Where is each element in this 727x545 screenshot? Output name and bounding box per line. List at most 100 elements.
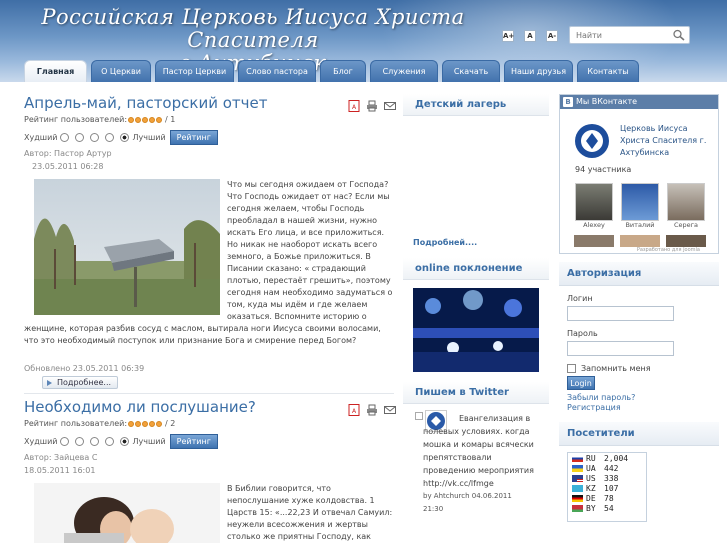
login-button[interactable]: Login: [567, 376, 595, 390]
article-author: Автор: Пастор Артур: [24, 149, 112, 158]
vote-radio-5[interactable]: [120, 132, 130, 142]
tab-download[interactable]: Скачать: [442, 60, 500, 82]
rating-stars: [128, 116, 163, 123]
article-updated: Обновлено 23.05.2011 06:39: [24, 364, 145, 373]
counter-value: 107: [604, 483, 619, 493]
counter-code: KZ: [586, 483, 596, 493]
tab-home[interactable]: Главная: [24, 60, 87, 82]
main-nav: Главная О Церкви Пастор Церкви Слово пас…: [24, 60, 643, 82]
counter-value: 54: [604, 503, 614, 513]
flag-kz-icon: [572, 484, 583, 492]
article-text: В Библии говорится, что непослушание хуж…: [227, 484, 393, 541]
main-column: A Апрель-май, пасторский отчет Рейтинг п…: [24, 94, 396, 543]
vk-member[interactable]: Alexey: [574, 183, 614, 229]
font-size-controls: A+ A A-: [502, 30, 558, 42]
vote-radio-4[interactable]: [105, 132, 115, 142]
site-header: Российская Церковь Иисуса Христа Спасите…: [0, 0, 727, 82]
twitter-title: Пишем в Twitter: [403, 382, 549, 404]
article-image-memorial: [34, 179, 220, 315]
pdf-icon[interactable]: A: [348, 404, 360, 416]
article-tools: A: [348, 404, 396, 416]
email-icon[interactable]: [384, 404, 396, 416]
login-input[interactable]: [567, 306, 674, 321]
vote-radio-1[interactable]: [60, 132, 70, 142]
tweet-text: Евангелизация в полевых условиях. когда …: [423, 414, 534, 488]
article-separator: [24, 393, 394, 394]
flag-ru-icon: [572, 454, 583, 462]
tab-contacts[interactable]: Контакты: [577, 60, 639, 82]
auth-title: Авторизация: [559, 262, 719, 286]
pdf-icon[interactable]: A: [348, 100, 360, 112]
vote-best-label: Лучший: [132, 436, 166, 446]
remember-me: Запомнить меня: [567, 364, 719, 373]
rating-line: Рейтинг пользователей: / 2: [24, 418, 394, 429]
remember-checkbox[interactable]: [567, 364, 576, 373]
counter-value: 78: [604, 493, 614, 503]
forgot-password-link[interactable]: Забыли пароль?: [567, 393, 719, 402]
vote-radio-2[interactable]: [75, 132, 85, 142]
font-reset-button[interactable]: A: [524, 30, 536, 42]
vk-member-photo[interactable]: [620, 235, 660, 247]
rating-line: Рейтинг пользователей: / 1: [24, 114, 394, 125]
read-more-button[interactable]: Подробнее...: [42, 376, 119, 389]
counter-code: UA: [586, 463, 596, 473]
search-input[interactable]: [570, 27, 668, 43]
vote-radio-3[interactable]: [90, 132, 100, 142]
middle-column: Детский лагерь Подробней.... online покл…: [403, 94, 549, 532]
article-tools: A: [348, 100, 396, 112]
tab-ministries[interactable]: Служения: [370, 60, 438, 82]
vk-group-logo[interactable]: [574, 123, 610, 159]
search-icon[interactable]: [672, 29, 686, 41]
vote-worst-label: Худший: [24, 436, 58, 446]
vote-radio-5[interactable]: [120, 436, 130, 446]
vote-radio-4[interactable]: [105, 436, 115, 446]
counter-row: BY 54: [568, 503, 646, 513]
counter-row: DE 78: [568, 493, 646, 503]
password-label: Пароль: [567, 329, 598, 338]
vk-footer: Разработано для Joomla: [636, 247, 700, 253]
vote-radio-3[interactable]: [90, 436, 100, 446]
vk-member-photo[interactable]: [574, 235, 614, 247]
rating-stars: [128, 420, 163, 427]
worship-module: online поклонение: [403, 258, 549, 376]
worship-image[interactable]: [413, 288, 539, 372]
tab-friends[interactable]: Наши друзья: [504, 60, 573, 82]
font-decrease-button[interactable]: A-: [546, 30, 558, 42]
article: A Апрель-май, пасторский отчет Рейтинг п…: [24, 94, 396, 394]
password-input[interactable]: [567, 341, 674, 356]
tab-pastor[interactable]: Пастор Церкви: [155, 60, 234, 82]
tweet-meta: by Ahtchurch 04.06.2011 21:30: [423, 492, 512, 513]
print-icon[interactable]: [366, 404, 378, 416]
login-form: Логин Пароль Запомнить меня Login Забыли…: [559, 294, 719, 412]
vk-member[interactable]: Серега: [666, 183, 706, 229]
tweet-bullet: [415, 412, 423, 420]
article-title[interactable]: Необходимо ли послушание?: [24, 398, 394, 416]
tab-about-church[interactable]: О Церкви: [91, 60, 151, 82]
font-increase-button[interactable]: A+: [502, 30, 514, 42]
register-link[interactable]: Регистрация: [567, 403, 719, 412]
counter-code: US: [586, 473, 596, 483]
tab-blog[interactable]: Блог: [320, 60, 366, 82]
vk-group-name[interactable]: Церковь Иисуса Христа Спасителя г. Ахтуб…: [620, 123, 712, 159]
vote-radio-1[interactable]: [60, 436, 70, 446]
vk-member-photo[interactable]: [666, 235, 706, 247]
rating-label: Рейтинг пользователей:: [24, 115, 128, 124]
tab-pastor-word[interactable]: Слово пастора: [238, 60, 316, 82]
worship-title: online поклонение: [403, 258, 549, 280]
camp-more-link[interactable]: Подробней....: [413, 238, 477, 247]
vk-widget: B Мы ВКонтакте Церковь Иисуса Христа Спа…: [559, 94, 719, 254]
visitor-counter[interactable]: RU 2,004 UA 442 US 338 KZ 107 DE 78 BY 5…: [567, 452, 647, 522]
article-title[interactable]: Апрель-май, пасторский отчет: [24, 94, 394, 112]
vote-button[interactable]: Рейтинг: [169, 433, 218, 449]
rating-count: / 2: [165, 419, 176, 428]
vote-radio-2[interactable]: [75, 436, 85, 446]
vk-member[interactable]: Виталий: [620, 183, 660, 229]
print-icon[interactable]: [366, 100, 378, 112]
search-box: [569, 26, 690, 44]
rating-label: Рейтинг пользователей:: [24, 419, 128, 428]
article-date: 23.05.2011 06:28: [32, 162, 104, 171]
counter-row: KZ 107: [568, 483, 646, 493]
article-body: Что мы сегодня ожидаем от Господа? Что Г…: [24, 179, 394, 347]
vote-button[interactable]: Рейтинг: [169, 129, 218, 145]
email-icon[interactable]: [384, 100, 396, 112]
